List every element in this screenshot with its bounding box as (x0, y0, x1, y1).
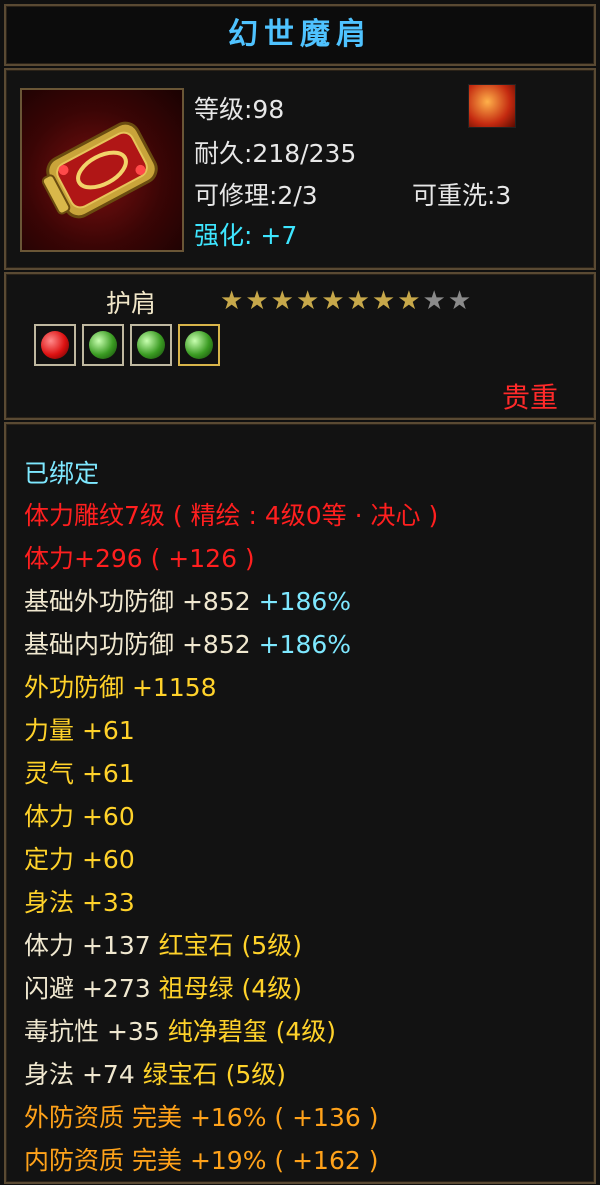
item-header: 等级:98 耐久:218/235 可修理:2/3 可重洗:3 强化: +7 (4, 68, 596, 270)
focus-stat: 定力 +60 (24, 840, 135, 876)
aptitude-value: +19% (189, 1146, 267, 1175)
enhance-value: +7 (260, 221, 298, 250)
bound-status: 已绑定 (24, 459, 100, 488)
item-repair-count: 可修理:2/3 (194, 181, 318, 210)
stat-label: 基础外功防御 (24, 587, 175, 616)
star-rating: ★ ★ ★ ★ ★ ★ ★ ★ ★ ★ (220, 286, 471, 316)
stat-value: +1158 (131, 673, 217, 702)
stat-value: +33 (81, 888, 135, 917)
vitality-stat: 体力 +60 (24, 797, 135, 833)
strength-stat: 力量 +61 (24, 711, 135, 747)
stat-label: 灵气 (24, 759, 75, 788)
star-filled-icon: ★ (371, 286, 396, 316)
aptitude-label: 外防资质 (24, 1103, 125, 1132)
gem-name: 祖母绿 (4级) (158, 974, 302, 1003)
gem-stat: 体力 (24, 931, 75, 960)
stat-value: +852 (181, 587, 251, 616)
gem-stat: 闪避 (24, 974, 75, 1003)
gem-value: +74 (81, 1060, 135, 1089)
flame-rune-icon[interactable] (468, 84, 516, 128)
agility-stat: 身法 +33 (24, 883, 135, 919)
base-int-defense: 基础内功防御 +852 +186% (24, 625, 351, 661)
jade-gem-icon[interactable] (178, 324, 220, 366)
stat-value: +852 (181, 630, 251, 659)
gem-bonus-1: 体力 +137 红宝石 (5级) (24, 926, 302, 962)
stat-label: 基础内功防御 (24, 630, 175, 659)
gem-value: +137 (81, 931, 151, 960)
aptitude-grade: 完美 (131, 1103, 182, 1132)
star-filled-icon: ★ (245, 286, 269, 316)
stat-label: 力量 (24, 716, 75, 745)
aptitude-int: 内防资质 完美 +19% ( +162 ) (24, 1141, 378, 1177)
vitality-main: 体力+296 ( +126 ) (24, 544, 255, 573)
gem-bonus-2: 闪避 +273 祖母绿 (4级) (24, 969, 302, 1005)
star-empty-icon: ★ (422, 286, 446, 316)
star-filled-icon: ★ (295, 286, 320, 316)
star-filled-icon: ★ (270, 286, 294, 316)
gem-stat: 毒抗性 (24, 1017, 100, 1046)
ruby-gem-icon[interactable] (34, 324, 76, 366)
gem-name: 红宝石 (5级) (158, 931, 302, 960)
stat-value: +60 (81, 802, 135, 831)
ext-defense: 外功防御 +1158 (24, 668, 217, 704)
shoulder-armor-image (41, 121, 158, 219)
star-filled-icon: ★ (397, 286, 421, 316)
stat-value: +60 (81, 845, 135, 874)
base-ext-defense: 基础外功防御 +852 +186% (24, 582, 351, 618)
star-filled-icon: ★ (346, 286, 370, 316)
stat-percent: +186% (258, 630, 352, 659)
stat-value: +61 (81, 716, 135, 745)
gem-sockets (34, 324, 220, 366)
gem-stat: 身法 (24, 1060, 75, 1089)
gem-bonus-4: 身法 +74 绿宝石 (5级) (24, 1055, 286, 1091)
aptitude-ext: 外防资质 完美 +16% ( +136 ) (24, 1098, 378, 1134)
aptitude-value: +16% (189, 1103, 267, 1132)
gem-bonus-3: 毒抗性 +35 纯净碧玺 (4级) (24, 1012, 336, 1048)
emerald-gem-icon[interactable] (82, 324, 124, 366)
stat-label: 外功防御 (24, 673, 125, 702)
emerald-gem-icon[interactable] (130, 324, 172, 366)
stat-value: +61 (81, 759, 135, 788)
stat-label: 定力 (24, 845, 75, 874)
star-filled-icon: ★ (220, 286, 244, 316)
rarity-label: 贵重 (501, 381, 558, 414)
item-durability: 耐久:218/235 (194, 139, 357, 168)
aptitude-bonus: ( +162 ) (274, 1146, 379, 1175)
gem-name: 绿宝石 (5级) (142, 1060, 287, 1089)
gem-value: +273 (81, 974, 151, 1003)
spirit-stat: 灵气 +61 (24, 754, 135, 790)
item-subtype: 护肩 (106, 289, 157, 318)
item-name: 幻世魔肩 (228, 17, 372, 52)
stat-percent: +186% (258, 587, 352, 616)
enhance-label: 强化: (194, 221, 253, 250)
item-rewash-count: 可重洗:3 (412, 181, 512, 210)
gem-value: +35 (106, 1017, 160, 1046)
stat-label: 身法 (24, 888, 75, 917)
aptitude-grade: 完美 (131, 1146, 182, 1175)
item-properties: 已绑定 体力雕纹7级 ( 精绘 : 4级0等 · 决心 ) 体力+296 ( +… (4, 422, 596, 1184)
star-filled-icon: ★ (321, 286, 345, 316)
star-empty-icon: ★ (447, 286, 472, 316)
aptitude-bonus: ( +136 ) (274, 1103, 379, 1132)
stat-label: 体力 (24, 802, 75, 831)
shoulder-armor-icon[interactable] (20, 88, 184, 252)
aptitude-label: 内防资质 (24, 1146, 125, 1175)
title-bar: 幻世魔肩 (4, 4, 596, 66)
item-level: 等级:98 (194, 95, 285, 124)
item-enhance: 强化: +7 (194, 216, 297, 252)
item-summary: 护肩 ★ ★ ★ ★ ★ ★ ★ ★ ★ ★ 贵重 (4, 272, 596, 420)
carve-line: 体力雕纹7级 ( 精绘 : 4级0等 · 决心 ) (24, 501, 439, 530)
gem-name: 纯净碧玺 (4级) (167, 1017, 337, 1046)
item-tooltip: 幻世魔肩 等级:98 耐久:218/235 可修理:2/3 可重洗:3 强化: … (0, 0, 600, 1185)
